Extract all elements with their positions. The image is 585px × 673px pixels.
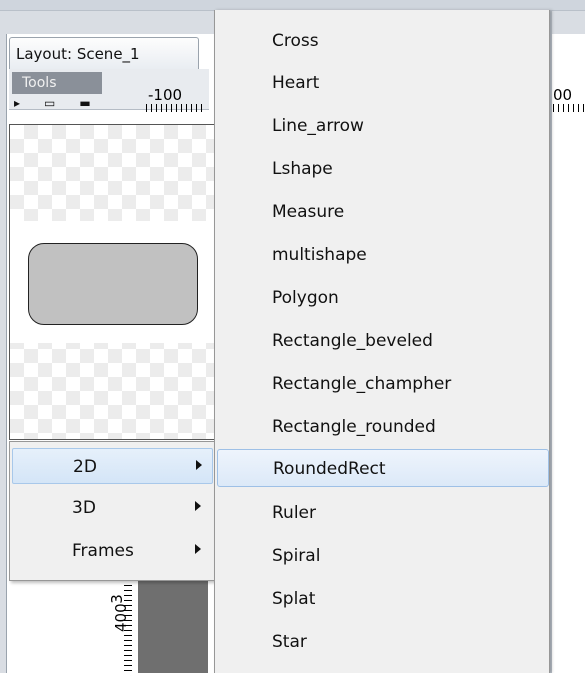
category-menu: 2D 3D Frames (9, 441, 216, 581)
menu-item-ruler[interactable]: Ruler (217, 494, 549, 532)
rounded-rect-preview-shape (28, 243, 198, 325)
menu-item-label: Line_arrow (272, 116, 364, 136)
tab-layout-scene[interactable]: Layout: Scene_1 (9, 37, 199, 69)
ruler-h-right-ticks (553, 104, 585, 112)
menu-item-label: Measure (272, 202, 345, 222)
menu-item-label: 3D (72, 498, 96, 518)
menu-item-frames[interactable]: Frames (12, 533, 213, 569)
menu-item-label: multishape (272, 245, 367, 265)
menu-item-roundedrect[interactable]: RoundedRect (217, 449, 549, 487)
horizontal-ruler-right: 00 (553, 80, 585, 114)
menu-item-polygon[interactable]: Polygon (217, 279, 549, 317)
ruler-h-label-right: 00 (553, 86, 573, 104)
menu-item-label: Spiral (272, 546, 321, 566)
shape-preview (9, 124, 216, 440)
menu-item-spiral[interactable]: Spiral (217, 537, 549, 575)
select-tool-icon[interactable]: ▭ (44, 96, 79, 110)
menu-item-star[interactable]: Star (217, 623, 549, 661)
menu-item-label: Polygon (272, 288, 339, 308)
ruler-h-label: -100 (148, 86, 183, 104)
menu-item-label: Star (272, 632, 307, 652)
menu-item-label: Splat (272, 589, 316, 609)
ruler-h-ticks (146, 104, 206, 112)
menu-item-splat[interactable]: Splat (217, 580, 549, 618)
menu-item-label: Lshape (272, 159, 333, 179)
pointer-tool-icon[interactable]: ▸ (14, 96, 44, 110)
window-divider (550, 10, 552, 673)
menu-item-label: Heart (272, 73, 320, 93)
menu-item-label: Rectangle_beveled (272, 331, 433, 351)
menu-item-label: Ruler (272, 503, 316, 523)
submenu-arrow-icon (195, 544, 201, 554)
submenu-arrow-icon (196, 460, 202, 470)
menu-item-rectangle-champher[interactable]: Rectangle_champher (217, 365, 549, 403)
menu-item-label: Cross (272, 31, 319, 51)
tools-label[interactable]: Tools (12, 72, 102, 94)
vertical-ruler: 3 400 (108, 580, 132, 673)
menu-item-2d[interactable]: 2D (12, 448, 213, 484)
menu-item-label: Rectangle_champher (272, 374, 452, 394)
menu-item-measure[interactable]: Measure (217, 193, 549, 231)
menu-item-rectangle-rounded[interactable]: Rectangle_rounded (217, 408, 549, 446)
menu-item-label: Rectangle_rounded (272, 417, 436, 437)
menu-item-rectangle-beveled[interactable]: Rectangle_beveled (217, 322, 549, 360)
ruler-v-ticks (124, 580, 132, 673)
menu-item-cross[interactable]: Cross (217, 22, 549, 60)
menu-item-heart[interactable]: Heart (217, 64, 549, 102)
submenu-arrow-icon (195, 501, 201, 511)
menu-item-label: 2D (73, 457, 97, 477)
horizontal-ruler: -100 (108, 80, 210, 114)
menu-item-lshape[interactable]: Lshape (217, 150, 549, 188)
canvas-area[interactable] (138, 580, 208, 673)
menu-item-multishape[interactable]: multishape (217, 236, 549, 274)
menu-item-3d[interactable]: 3D (12, 490, 213, 526)
menu-item-label: Frames (72, 541, 134, 561)
shape-submenu: Cross Heart Line_arrow Lshape Measure mu… (214, 10, 550, 673)
menu-item-line-arrow[interactable]: Line_arrow (217, 107, 549, 145)
menu-item-label: RoundedRect (273, 459, 386, 479)
